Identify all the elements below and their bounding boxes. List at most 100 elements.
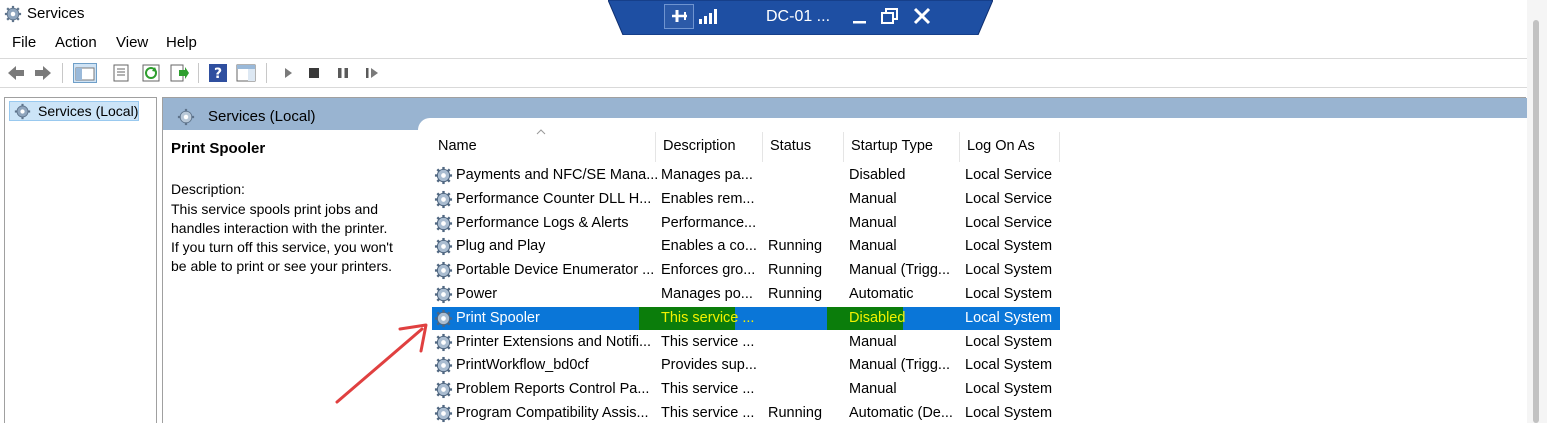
- cell-name: Payments and NFC/SE Mana...: [456, 167, 659, 183]
- vertical-scrollbar[interactable]: [1527, 0, 1547, 423]
- menu-file[interactable]: File: [12, 34, 36, 51]
- stop-service-icon[interactable]: [304, 63, 324, 83]
- cell-startup: Automatic: [849, 286, 914, 302]
- column-header-startup-type[interactable]: Startup Type: [851, 138, 933, 162]
- pane-header-title: Services (Local): [208, 108, 316, 125]
- properties-icon[interactable]: [111, 63, 131, 83]
- cell-name: Plug and Play: [456, 238, 546, 255]
- service-gear-icon: [434, 238, 453, 256]
- cell-startup: Manual (Trigg...: [849, 262, 950, 279]
- help-icon[interactable]: ?: [208, 63, 228, 83]
- back-arrow-icon[interactable]: [6, 63, 26, 83]
- column-header-status[interactable]: Status: [770, 138, 811, 162]
- svg-text:?: ?: [214, 66, 222, 82]
- cell-name: Program Compatibility Assis...: [456, 405, 649, 421]
- column-header-name[interactable]: Name: [438, 138, 477, 162]
- services-list: Name Description Status Startup Type Log…: [418, 118, 1527, 424]
- cell-description: Enforces gro...: [661, 262, 756, 279]
- table-row[interactable]: Plug and Play Enables a co... Running Manua…: [432, 235, 1060, 258]
- service-gear-icon: [434, 285, 453, 304]
- toolbar-separator: [266, 63, 267, 83]
- table-row-selected[interactable]: Print Spooler This service ... Disabled Loc…: [432, 306, 1060, 330]
- refresh-icon[interactable]: [141, 63, 161, 83]
- export-list-icon[interactable]: [169, 63, 189, 83]
- column-divider[interactable]: [959, 132, 960, 162]
- cell-logon: Local Service: [965, 167, 1053, 183]
- table-row[interactable]: Portable Device Enumerator ... Enforces g…: [432, 259, 1060, 282]
- show-console-tree-icon[interactable]: [73, 63, 97, 83]
- cell-description: Performance...: [661, 214, 757, 231]
- cell-name: Printer Extensions and Notifi...: [456, 333, 652, 350]
- cell-description: Provides sup...: [661, 357, 757, 374]
- cell-startup: Manual: [849, 333, 897, 350]
- forward-arrow-icon[interactable]: [33, 63, 53, 83]
- cell-logon: Local System: [965, 381, 1053, 398]
- description-line: If you turn off this service, you won't: [171, 239, 393, 255]
- toolbar-separator: [198, 63, 199, 83]
- connection-quality-icon[interactable]: [698, 8, 720, 24]
- column-header-description[interactable]: Description: [663, 138, 736, 162]
- tree-item-services-local[interactable]: Services (Local): [9, 101, 139, 121]
- start-service-icon[interactable]: [278, 63, 298, 83]
- pause-service-icon[interactable]: [333, 63, 353, 83]
- cell-name: Print Spooler: [456, 309, 540, 326]
- description-line: handles interaction with the printer.: [171, 220, 388, 236]
- cell-logon: Local System: [965, 238, 1053, 255]
- column-divider[interactable]: [655, 132, 656, 162]
- cell-description: Manages po...: [661, 286, 753, 302]
- cell-description: Manages pa...: [661, 167, 753, 183]
- services-gear-icon: [177, 108, 195, 126]
- column-divider[interactable]: [1059, 132, 1060, 162]
- cell-name: Performance Logs & Alerts: [456, 214, 629, 231]
- service-gear-icon: [434, 262, 453, 280]
- cell-startup: Manual: [849, 381, 897, 398]
- services-gear-icon: [4, 5, 22, 23]
- column-divider[interactable]: [762, 132, 763, 162]
- cell-logon: Local System: [965, 286, 1053, 302]
- table-row[interactable]: Performance Logs & Alerts Performance... M…: [432, 212, 1060, 235]
- menu-action[interactable]: Action: [55, 34, 97, 51]
- cell-name: Performance Counter DLL H...: [456, 190, 652, 207]
- remote-desktop-bar: DC-01 ...: [608, 0, 993, 35]
- close-icon[interactable]: [910, 4, 934, 28]
- description-line: be able to print or see your printers.: [171, 258, 393, 274]
- cell-status: Running: [768, 286, 823, 302]
- cell-logon: Local Service: [965, 214, 1053, 231]
- cell-logon: Local System: [965, 333, 1053, 350]
- cell-status: Running: [768, 262, 823, 279]
- table-row[interactable]: Printer Extensions and Notifi... This ser…: [432, 331, 1060, 354]
- table-row[interactable]: Power Manages po... Running Automatic Local …: [432, 283, 1060, 306]
- cell-name: PrintWorkflow_bd0cf: [456, 357, 589, 374]
- services-gear-icon: [14, 103, 31, 120]
- table-row[interactable]: Performance Counter DLL H... Enables rem.…: [432, 188, 1060, 211]
- cell-logon: Local System: [965, 357, 1053, 374]
- column-divider[interactable]: [843, 132, 844, 162]
- description-text: This service spools print jobs and handl…: [171, 200, 411, 276]
- column-header-log-on-as[interactable]: Log On As: [967, 138, 1035, 162]
- show-action-pane-icon[interactable]: [236, 63, 256, 83]
- description-line: This service spools print jobs and: [171, 201, 378, 217]
- cell-startup: Manual: [849, 214, 897, 231]
- table-row[interactable]: Problem Reports Control Pa... This servic…: [432, 378, 1060, 401]
- table-row[interactable]: Program Compatibility Assis... This servi…: [432, 402, 1060, 425]
- cell-description: This service ...: [661, 333, 755, 350]
- cell-logon: Local System: [965, 405, 1053, 421]
- menu-view[interactable]: View: [116, 34, 148, 51]
- pin-button[interactable]: [664, 4, 694, 29]
- cell-startup: Manual (Trigg...: [849, 357, 950, 374]
- restart-service-icon[interactable]: [362, 63, 382, 83]
- service-gear-icon: [434, 214, 453, 232]
- table-row[interactable]: Payments and NFC/SE Mana... Manages pa...…: [432, 164, 1060, 187]
- sort-ascending-icon: [536, 129, 546, 135]
- menu-help[interactable]: Help: [166, 34, 197, 51]
- scrollbar-thumb[interactable]: [1533, 20, 1539, 423]
- cell-status: Running: [768, 405, 823, 421]
- cell-name: Problem Reports Control Pa...: [456, 381, 650, 398]
- minimize-icon[interactable]: [848, 4, 872, 28]
- cell-startup: Manual: [849, 238, 897, 255]
- restore-icon[interactable]: [878, 4, 902, 28]
- service-gear-icon: [434, 190, 453, 208]
- annotation-arrow: [335, 323, 428, 404]
- cell-description: This service ...: [661, 405, 755, 421]
- table-row[interactable]: PrintWorkflow_bd0cf Provides sup... Manual…: [432, 354, 1060, 377]
